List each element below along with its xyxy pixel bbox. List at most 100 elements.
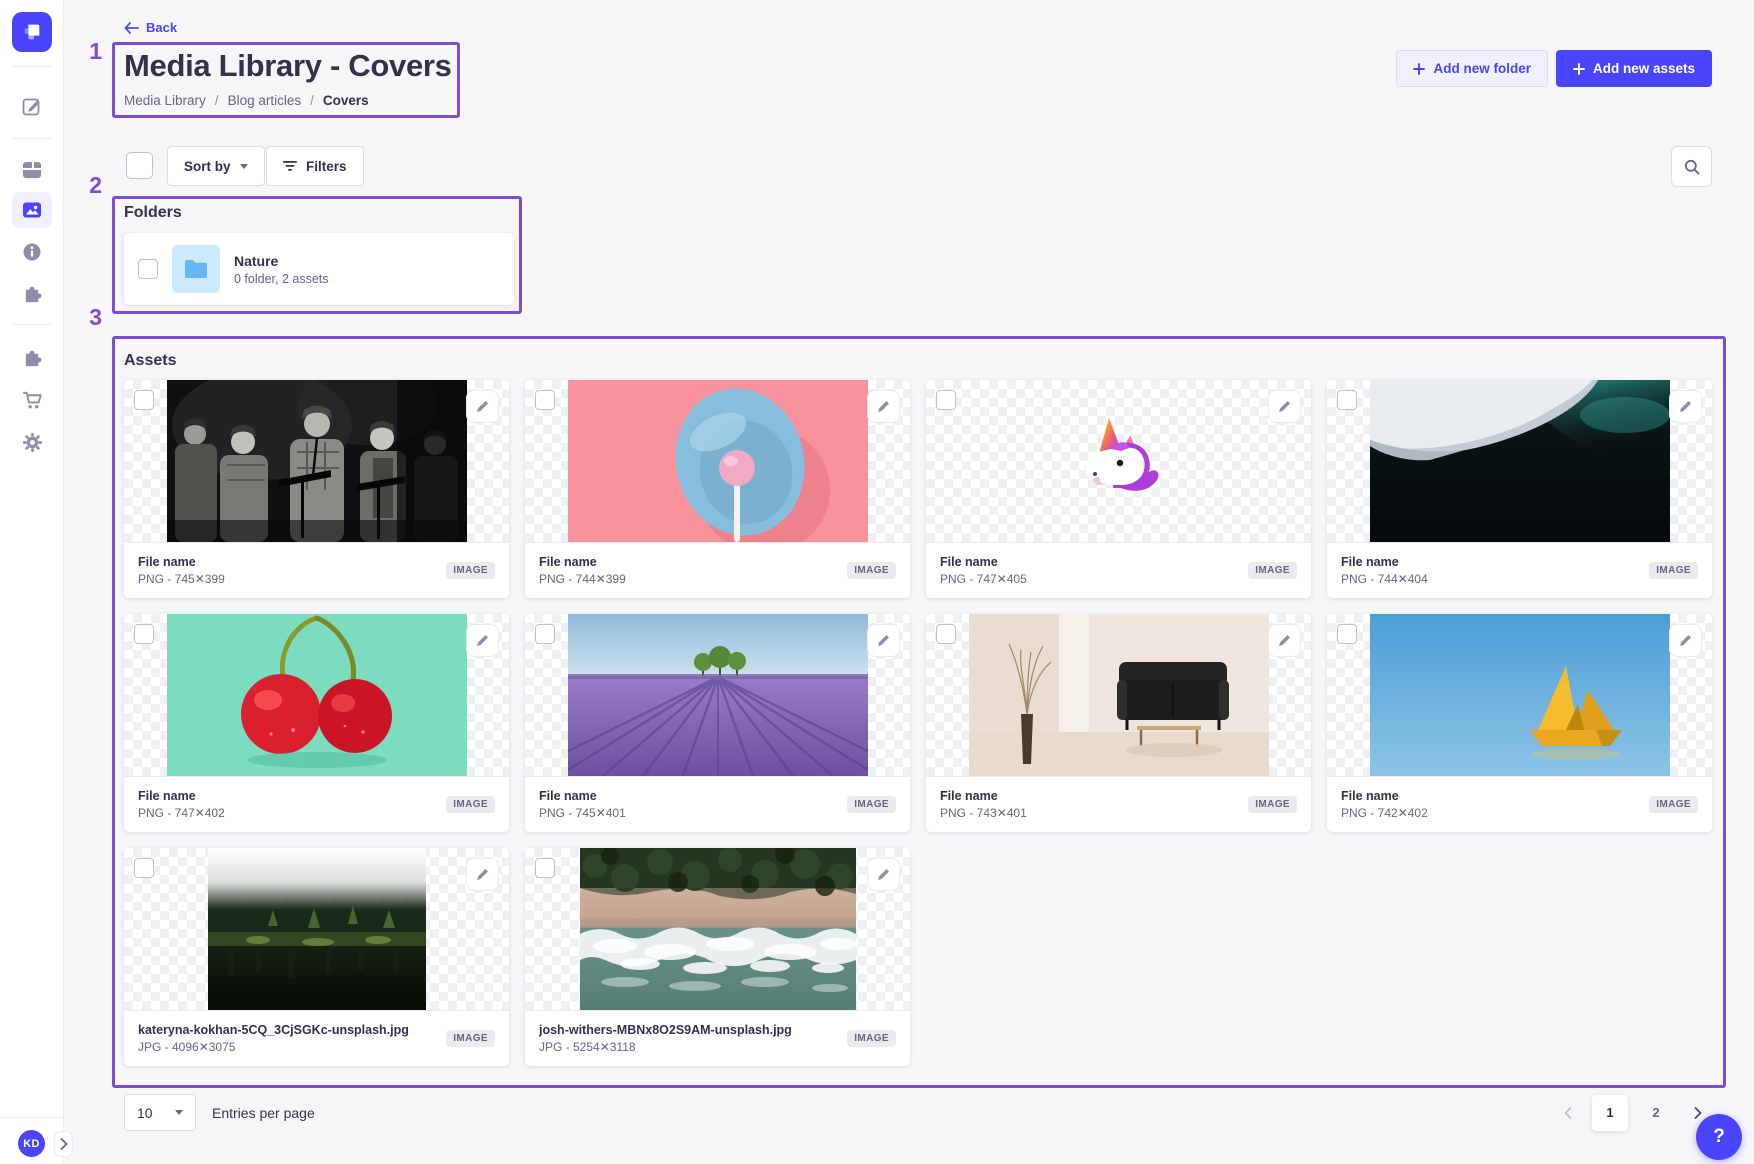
- page-number-2[interactable]: 2: [1638, 1095, 1674, 1131]
- media-icon: [22, 200, 42, 220]
- asset-text: File name PNG - 742✕402: [1341, 789, 1428, 820]
- edit-pencil-icon: [877, 634, 890, 647]
- breadcrumb-media-library[interactable]: Media Library: [124, 93, 206, 108]
- asset-checkbox[interactable]: [936, 390, 956, 410]
- help-button[interactable]: ?: [1696, 1114, 1742, 1160]
- asset-thumbnail-iceberg[interactable]: [1327, 380, 1712, 542]
- avatar-initials: KD: [23, 1138, 40, 1150]
- search-icon: [1684, 159, 1700, 175]
- asset-thumbnail-lavender[interactable]: [525, 614, 910, 776]
- asset-checkbox[interactable]: [1337, 624, 1357, 644]
- asset-name: File name: [138, 555, 225, 569]
- asset-meta: PNG - 743✕401: [940, 806, 1027, 820]
- question-icon: ?: [1713, 1126, 1725, 1148]
- back-label: Back: [146, 20, 177, 35]
- sidebar-item-marketplace-plugins[interactable]: [12, 340, 52, 376]
- asset-name: File name: [539, 789, 626, 803]
- asset-checkbox[interactable]: [535, 390, 555, 410]
- search-button[interactable]: [1671, 146, 1712, 187]
- previous-page-button[interactable]: [1554, 1099, 1582, 1127]
- sidebar: KD: [0, 0, 64, 1164]
- add-new-folder-label: Add new folder: [1433, 61, 1531, 76]
- pagination-bar: 10 Entries per page 1 2: [124, 1094, 1712, 1131]
- sidebar-collapse-button[interactable]: [54, 1131, 73, 1157]
- paper-boat-photo: [1370, 614, 1670, 776]
- sort-by-button[interactable]: Sort by: [167, 146, 265, 186]
- asset-meta: PNG - 744✕399: [539, 572, 626, 586]
- asset-edit-button[interactable]: [867, 390, 900, 423]
- asset-meta: JPG - 5254✕3118: [539, 1040, 792, 1054]
- puzzle-icon: [22, 284, 43, 305]
- asset-caption: File name PNG - 747✕402 IMAGE: [124, 776, 509, 832]
- asset-thumbnail-forest[interactable]: [124, 848, 509, 1010]
- asset-checkbox[interactable]: [1337, 390, 1357, 410]
- asset-name: File name: [539, 555, 626, 569]
- asset-text: File name PNG - 747✕405: [940, 555, 1027, 586]
- asset-checkbox[interactable]: [535, 624, 555, 644]
- strapi-logo[interactable]: [12, 12, 52, 52]
- asset-type-badge: IMAGE: [847, 796, 896, 813]
- asset-card: josh-withers-MBNx8O2S9AM-unsplash.jpg JP…: [525, 848, 910, 1066]
- asset-edit-button[interactable]: [1268, 624, 1301, 657]
- filters-button[interactable]: Filters: [266, 146, 364, 186]
- asset-thumbnail-cherries[interactable]: [124, 614, 509, 776]
- cherries-photo: [167, 614, 467, 776]
- gear-icon: [22, 432, 43, 453]
- page-number-1[interactable]: 1: [1592, 1095, 1628, 1131]
- asset-edit-button[interactable]: [1268, 390, 1301, 423]
- folder-meta: 0 folder, 2 assets: [234, 272, 329, 286]
- plus-icon: [1573, 63, 1585, 75]
- asset-caption: File name PNG - 743✕401 IMAGE: [926, 776, 1311, 832]
- asset-checkbox[interactable]: [134, 390, 154, 410]
- asset-card: File name PNG - 745✕399 IMAGE: [124, 380, 509, 598]
- add-new-assets-button[interactable]: Add new assets: [1556, 50, 1712, 87]
- edit-pencil-icon: [1679, 400, 1692, 413]
- sidebar-divider: [12, 66, 52, 67]
- sidebar-item-settings[interactable]: [12, 424, 52, 460]
- sidebar-item-marketplace[interactable]: [12, 382, 52, 418]
- sidebar-item-content-type-builder[interactable]: [12, 152, 52, 188]
- asset-checkbox[interactable]: [134, 624, 154, 644]
- asset-edit-button[interactable]: [867, 858, 900, 891]
- asset-thumbnail-paper-boat[interactable]: [1327, 614, 1712, 776]
- asset-edit-button[interactable]: [466, 390, 499, 423]
- asset-text: kateryna-kokhan-5CQ_3CjSGKc-unsplash.jpg…: [138, 1023, 409, 1054]
- asset-type-badge: IMAGE: [847, 562, 896, 579]
- asset-edit-button[interactable]: [867, 624, 900, 657]
- back-link[interactable]: Back: [124, 20, 177, 35]
- select-all-checkbox[interactable]: [126, 152, 153, 179]
- asset-thumbnail-beach[interactable]: [525, 848, 910, 1010]
- folder-checkbox[interactable]: [138, 259, 158, 279]
- asset-thumbnail-band[interactable]: [124, 380, 509, 542]
- breadcrumb: Media Library / Blog articles / Covers: [124, 93, 369, 108]
- asset-caption: File name PNG - 745✕401 IMAGE: [525, 776, 910, 832]
- folder-card-nature[interactable]: Nature 0 folder, 2 assets: [124, 233, 514, 305]
- asset-card: File name PNG - 742✕402 IMAGE: [1327, 614, 1712, 832]
- asset-caption: josh-withers-MBNx8O2S9AM-unsplash.jpg JP…: [525, 1010, 910, 1066]
- folders-heading: Folders: [124, 204, 182, 222]
- breadcrumb-blog-articles[interactable]: Blog articles: [228, 93, 302, 108]
- sidebar-item-documentation[interactable]: [12, 234, 52, 270]
- add-new-folder-button[interactable]: Add new folder: [1396, 50, 1548, 87]
- asset-thumbnail-unicorn[interactable]: [926, 380, 1311, 542]
- chevron-right-icon: [60, 1138, 68, 1150]
- sidebar-item-content-manager[interactable]: [12, 88, 52, 124]
- asset-edit-button[interactable]: [1669, 624, 1702, 657]
- asset-thumbnail-sofa-room[interactable]: [926, 614, 1311, 776]
- asset-edit-button[interactable]: [1669, 390, 1702, 423]
- unicorn-emoji: [969, 380, 1269, 542]
- avatar[interactable]: KD: [18, 1130, 45, 1157]
- asset-checkbox[interactable]: [535, 858, 555, 878]
- asset-edit-button[interactable]: [466, 624, 499, 657]
- asset-meta: PNG - 747✕405: [940, 572, 1027, 586]
- asset-checkbox[interactable]: [134, 858, 154, 878]
- sidebar-item-media-library[interactable]: [12, 192, 52, 228]
- asset-checkbox[interactable]: [936, 624, 956, 644]
- sidebar-item-plugins[interactable]: [12, 276, 52, 312]
- caret-down-icon: [240, 164, 248, 169]
- asset-card: File name PNG - 747✕402 IMAGE: [124, 614, 509, 832]
- asset-thumbnail-lollipop[interactable]: [525, 380, 910, 542]
- entries-per-page-select[interactable]: 10: [124, 1094, 196, 1131]
- asset-edit-button[interactable]: [466, 858, 499, 891]
- asset-caption: File name PNG - 744✕404 IMAGE: [1327, 542, 1712, 598]
